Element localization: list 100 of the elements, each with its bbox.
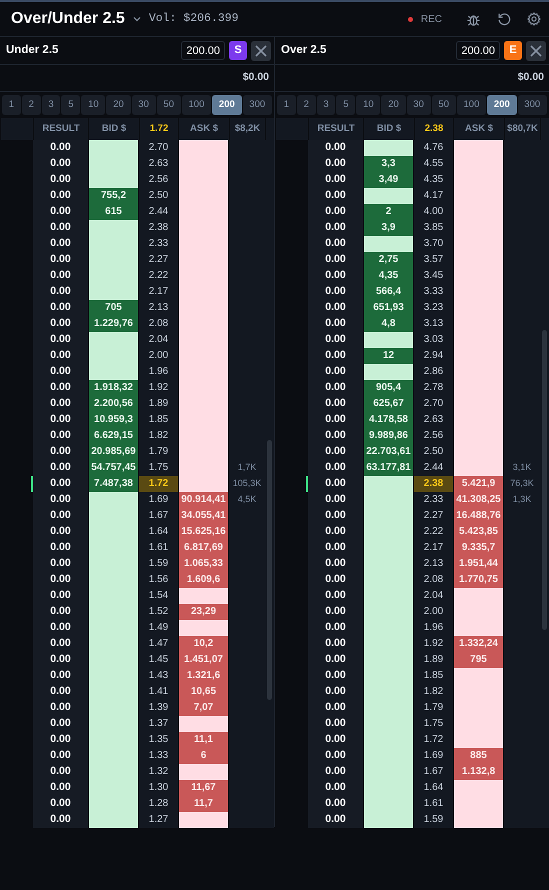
bid-cell[interactable]: 2 — [363, 204, 414, 221]
ask-cell[interactable] — [178, 620, 229, 637]
ask-cell[interactable]: 5.421,9 — [453, 476, 504, 493]
stake-button[interactable]: 1 — [2, 95, 21, 115]
bid-cell[interactable] — [88, 220, 139, 237]
ask-cell[interactable]: 1.770,75 — [453, 572, 504, 589]
ask-cell[interactable] — [178, 716, 229, 733]
ask-cell[interactable]: 5.423,85 — [453, 524, 504, 541]
stake-button[interactable]: 20 — [106, 95, 131, 115]
ask-cell[interactable]: 15.625,16 — [178, 524, 229, 541]
bid-cell[interactable]: 12 — [363, 348, 414, 365]
bid-cell[interactable] — [88, 812, 139, 829]
stake-button[interactable]: 10 — [81, 95, 106, 115]
ask-cell[interactable]: 6 — [178, 748, 229, 765]
ask-cell[interactable]: 1.065,33 — [178, 556, 229, 573]
bid-cell[interactable] — [88, 364, 139, 381]
stake-button[interactable]: 50 — [432, 95, 456, 115]
ask-cell[interactable] — [178, 812, 229, 829]
ask-cell[interactable]: 1.609,6 — [178, 572, 229, 589]
bid-cell[interactable]: 20.985,69 — [88, 444, 139, 461]
bid-cell[interactable]: 4.178,58 — [363, 412, 414, 429]
stake-button[interactable]: 10 — [356, 95, 380, 115]
ask-cell[interactable] — [178, 764, 229, 781]
ask-cell[interactable]: 23,29 — [178, 604, 229, 621]
bid-cell[interactable] — [363, 476, 414, 493]
stake-button[interactable]: 300 — [242, 95, 272, 115]
ask-cell[interactable]: 6.817,69 — [178, 540, 229, 557]
ask-cell[interactable]: 10,65 — [178, 684, 229, 701]
bid-cell[interactable] — [88, 332, 139, 349]
stake-button[interactable]: 50 — [156, 95, 181, 115]
ask-cell[interactable]: 1.332,24 — [453, 636, 504, 653]
ask-cell[interactable]: 90.914,41 — [178, 492, 229, 509]
stake-field[interactable]: 200.00 — [181, 41, 225, 60]
ask-cell[interactable] — [453, 780, 504, 797]
bid-cell[interactable]: 1.229,76 — [88, 316, 139, 333]
ask-cell[interactable] — [453, 732, 504, 749]
bid-cell[interactable]: 625,67 — [363, 396, 414, 413]
ask-cell[interactable]: 10,2 — [178, 636, 229, 653]
ask-cell[interactable]: 795 — [453, 652, 504, 669]
bid-cell[interactable] — [88, 284, 139, 301]
stake-button[interactable]: 5 — [61, 95, 80, 115]
stake-button[interactable]: 300 — [518, 95, 547, 115]
mode-button[interactable]: E — [504, 41, 522, 60]
ask-cell[interactable]: 11,67 — [178, 780, 229, 797]
bid-cell[interactable]: 3,49 — [363, 172, 414, 189]
stake-button[interactable]: 200 — [487, 95, 517, 115]
stake-button[interactable]: 30 — [132, 95, 156, 115]
close-button[interactable] — [251, 40, 271, 60]
stake-button[interactable]: 3 — [42, 95, 60, 115]
ask-cell[interactable]: 1.321,6 — [178, 668, 229, 685]
bid-cell[interactable]: 4,8 — [363, 316, 414, 333]
bid-cell[interactable]: 615 — [88, 204, 139, 221]
ask-cell[interactable]: 9.335,7 — [453, 540, 504, 557]
stake-field[interactable]: 200.00 — [456, 41, 500, 60]
bid-cell[interactable] — [363, 812, 414, 829]
bid-cell[interactable] — [363, 332, 414, 349]
bid-cell[interactable]: 54.757,45 — [88, 460, 139, 477]
ask-cell[interactable] — [453, 620, 504, 637]
bid-cell[interactable] — [363, 140, 414, 157]
bid-cell[interactable]: 651,93 — [363, 300, 414, 317]
chevron-down-icon[interactable] — [132, 16, 141, 22]
ask-cell[interactable] — [453, 812, 504, 829]
ask-cell[interactable]: 885 — [453, 748, 504, 765]
ask-cell[interactable]: 1.451,07 — [178, 652, 229, 669]
ask-cell[interactable]: 11,1 — [178, 732, 229, 749]
bid-cell[interactable]: 705 — [88, 300, 139, 317]
stake-button[interactable]: 2 — [296, 95, 316, 115]
bid-cell[interactable]: 3,3 — [363, 156, 414, 173]
ask-cell[interactable]: 41.308,25 — [453, 492, 504, 509]
ask-cell[interactable]: 7,07 — [178, 700, 229, 717]
stake-button[interactable]: 2 — [22, 95, 41, 115]
bid-cell[interactable]: 755,2 — [88, 188, 139, 205]
ask-cell[interactable]: 16.488,76 — [453, 508, 504, 525]
bid-cell[interactable]: 2.200,56 — [88, 396, 139, 413]
settings-icon[interactable] — [527, 12, 541, 26]
bid-cell[interactable] — [88, 140, 139, 157]
bid-cell[interactable]: 3,9 — [363, 220, 414, 237]
bid-cell[interactable]: 905,4 — [363, 380, 414, 397]
ask-cell[interactable] — [453, 668, 504, 685]
bid-cell[interactable] — [88, 492, 139, 509]
bid-cell[interactable] — [88, 172, 139, 189]
stake-button[interactable]: 5 — [336, 95, 356, 115]
ask-cell[interactable]: 1.132,8 — [453, 764, 504, 781]
bid-cell[interactable]: 4,35 — [363, 268, 414, 285]
bid-cell[interactable] — [363, 188, 414, 205]
stake-button[interactable]: 100 — [182, 95, 212, 115]
bid-cell[interactable]: 7.487,38 — [88, 476, 139, 493]
ask-cell[interactable] — [178, 476, 229, 493]
refresh-icon[interactable] — [497, 12, 511, 26]
stake-button[interactable]: 200 — [212, 95, 242, 115]
bid-cell[interactable]: 63.177,81 — [363, 460, 414, 477]
stake-button[interactable]: 30 — [406, 95, 431, 115]
bid-cell[interactable] — [363, 364, 414, 381]
mode-button[interactable]: S — [229, 41, 247, 60]
ask-cell[interactable] — [453, 588, 504, 605]
ask-cell[interactable] — [178, 588, 229, 605]
ask-cell[interactable] — [178, 140, 229, 157]
bid-cell[interactable]: 566,4 — [363, 284, 414, 301]
stake-button[interactable]: 20 — [381, 95, 406, 115]
bid-cell[interactable]: 1.918,32 — [88, 380, 139, 397]
